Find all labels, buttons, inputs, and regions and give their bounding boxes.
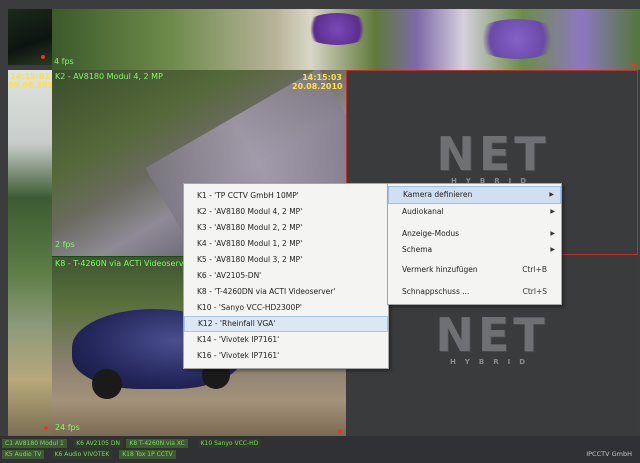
- context-menu-item-label: Vermerk hinzufügen: [402, 265, 478, 274]
- camera-menu-item[interactable]: K8 - 'T-4260DN via ACTI Videoserver': [184, 284, 388, 300]
- net-hybrid-logo: NET HYBRID: [413, 131, 573, 185]
- status-bar: C1 AV8180 Modul 1 K6 AV2105 DN K8 T-4260N …: [0, 436, 640, 463]
- submenu-arrow-icon: ▶: [549, 191, 554, 198]
- recording-indicator: [44, 426, 48, 430]
- camera-time: 14:15:03: [302, 73, 342, 82]
- camera-status-tab[interactable]: K6 AV2105 DN: [73, 439, 123, 448]
- context-menu-item-label: Schnappschuss ...: [402, 287, 470, 296]
- camera-date: 09.08.2010: [8, 81, 52, 90]
- camera-label: K2 - AV8180 Modul 4, 2 MP: [55, 72, 163, 81]
- logo-text: NET: [435, 308, 549, 362]
- camera-status-tab[interactable]: K8 T-4260N via XC: [126, 439, 188, 448]
- logo-text: NET: [436, 127, 550, 181]
- recording-indicator: [632, 63, 636, 67]
- recording-indicator: [338, 429, 342, 433]
- context-menu-item[interactable]: Schnappschuss ... Ctrl+S: [388, 283, 561, 301]
- camera-tile-left[interactable]: 14:15:03 09.08.2010: [8, 70, 52, 436]
- context-menu-item-label: Kamera definieren: [403, 190, 473, 199]
- recording-indicator: [41, 55, 45, 59]
- camera-menu-item[interactable]: K2 - 'AV8180 Modul 4, 2 MP': [184, 204, 388, 220]
- camera-status-tab[interactable]: K5 Audio TV: [2, 450, 45, 459]
- submenu-arrow-icon: ▶: [550, 246, 555, 253]
- camera-tile-top[interactable]: 4 fps: [52, 9, 640, 70]
- context-menu-item-label: Anzeige-Modus: [402, 229, 460, 238]
- net-hybrid-logo: NET HYBRID: [412, 312, 572, 366]
- submenu-arrow-icon: ▶: [550, 208, 555, 215]
- context-menu-item[interactable]: Audiokanal ▶: [388, 203, 561, 221]
- camera-tile-top-left[interactable]: [8, 9, 52, 65]
- camera-menu-item[interactable]: K6 - 'AV2105-DN': [184, 268, 388, 284]
- context-menu-shortcut: Ctrl+B: [522, 265, 547, 274]
- camera-status-tab[interactable]: K10 Sanyo VCC-HD: [197, 439, 262, 448]
- context-menu-item[interactable]: Vermerk hinzufügen Ctrl+B: [388, 261, 561, 279]
- camera-fps-label: 2 fps: [55, 240, 75, 249]
- camera-fps-label: 24 fps: [55, 423, 80, 432]
- context-menu-item-label: Audiokanal: [402, 207, 444, 216]
- camera-menu-item[interactable]: K1 - 'TP CCTV GmbH 10MP': [184, 188, 388, 204]
- camera-timestamp: 14:15:03 09.08.2010: [8, 72, 52, 90]
- camera-date: 20.08.2010: [292, 82, 343, 91]
- context-menu-shortcut: Ctrl+S: [522, 287, 547, 296]
- camera-timestamp: 14:15:03 20.08.2010: [292, 73, 343, 91]
- camera-label: K8 - T-4260N via ACTi Videoserver: [55, 259, 192, 268]
- context-menu-item-label: Schema: [402, 245, 433, 254]
- camera-status-tab[interactable]: K18 Tox 1P CCTV: [119, 450, 176, 459]
- camera-define-submenu: K1 - 'TP CCTV GmbH 10MP' K2 - 'AV8180 Mod…: [183, 183, 389, 369]
- camera-menu-item[interactable]: K3 - 'AV8180 Modul 2, 2 MP': [184, 220, 388, 236]
- company-label: IPCCTV GmbH: [586, 450, 632, 458]
- camera-fps-label: 4 fps: [54, 57, 74, 66]
- camera-status-tab[interactable]: K6 Audio VIVOTEK: [51, 450, 113, 459]
- camera-menu-item[interactable]: K14 - 'Vivotek IP7161': [184, 332, 388, 348]
- camera-status-tab[interactable]: C1 AV8180 Modul 1: [2, 439, 67, 448]
- camera-menu-item[interactable]: K10 - 'Sanyo VCC-HD2300P': [184, 300, 388, 316]
- camera-menu-item[interactable]: K4 - 'AV8180 Modul 1, 2 MP': [184, 236, 388, 252]
- context-menu-item[interactable]: Kamera definieren ▶: [388, 186, 561, 204]
- camera-menu-item[interactable]: K12 - 'Rheinfall VGA': [184, 316, 388, 332]
- context-menu: Kamera definieren ▶ Audiokanal ▶ Anzeige-Mod…: [387, 183, 562, 305]
- camera-time: 14:15:03: [10, 72, 50, 81]
- camera-menu-item[interactable]: K16 - 'Vivotek IP7161': [184, 348, 388, 364]
- context-menu-item[interactable]: Schema ▶: [388, 241, 561, 259]
- camera-menu-item[interactable]: K5 - 'AV8180 Modul 3, 2 MP': [184, 252, 388, 268]
